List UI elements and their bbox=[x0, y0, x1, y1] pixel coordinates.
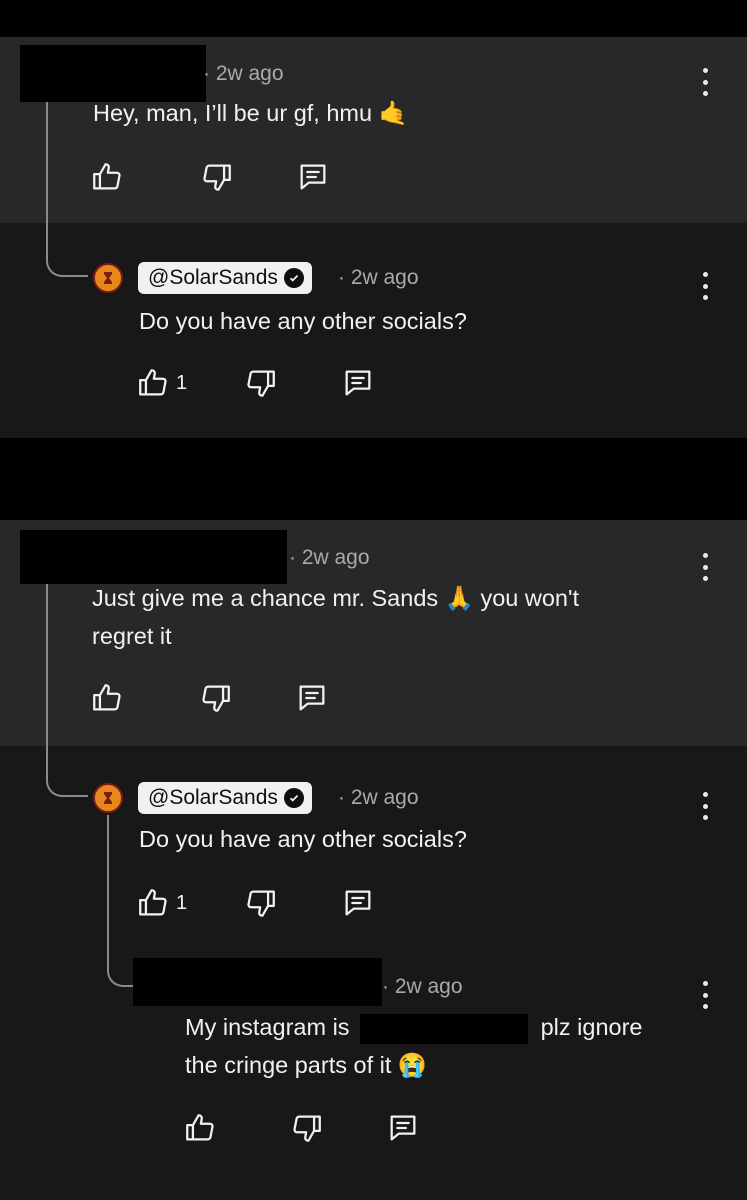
like-count: 1 bbox=[176, 892, 188, 914]
like-icon[interactable] bbox=[183, 1111, 217, 1145]
timestamp: · 2w ago bbox=[289, 546, 370, 569]
nested-reply-text: My instagram is plz ignore bbox=[185, 1008, 643, 1047]
reply-text: Do you have any other socials? bbox=[139, 308, 467, 334]
avatar[interactable] bbox=[93, 263, 123, 293]
timestamp: · 2w ago bbox=[382, 975, 463, 998]
thread-connector bbox=[107, 951, 133, 987]
dislike-icon[interactable] bbox=[244, 366, 278, 400]
thread-line bbox=[46, 102, 48, 242]
reply-icon[interactable] bbox=[295, 681, 329, 715]
timestamp: · 2w ago bbox=[203, 62, 284, 85]
redacted-handle bbox=[360, 1013, 529, 1044]
like-icon[interactable] bbox=[136, 886, 170, 920]
more-options-icon[interactable] bbox=[700, 981, 710, 1009]
reply-icon[interactable] bbox=[296, 160, 330, 194]
comment-text: regret it bbox=[92, 623, 172, 649]
redacted-username bbox=[20, 530, 287, 584]
more-options-icon[interactable] bbox=[700, 553, 710, 581]
nested-reply-text: the cringe parts of it 😭 bbox=[185, 1052, 428, 1078]
like-icon[interactable] bbox=[136, 366, 170, 400]
like-icon[interactable] bbox=[90, 160, 124, 194]
author-name: @SolarSands bbox=[148, 786, 278, 809]
comment-text: Just give me a chance mr. Sands 🙏 you wo… bbox=[92, 585, 580, 611]
nested-reply-text-pre: My instagram is bbox=[185, 1014, 350, 1040]
reply-icon[interactable] bbox=[386, 1111, 420, 1145]
dislike-icon[interactable] bbox=[244, 886, 278, 920]
more-options-icon[interactable] bbox=[700, 272, 710, 300]
reply-icon[interactable] bbox=[341, 366, 375, 400]
reply-text: Do you have any other socials? bbox=[139, 826, 467, 852]
verified-icon bbox=[283, 268, 304, 288]
dislike-icon[interactable] bbox=[290, 1111, 324, 1145]
timestamp: · 2w ago bbox=[338, 786, 419, 809]
dislike-icon[interactable] bbox=[200, 160, 234, 194]
thread-line bbox=[107, 815, 109, 951]
author-chip[interactable]: @SolarSands bbox=[138, 782, 312, 814]
timestamp: · 2w ago bbox=[338, 266, 419, 289]
more-options-icon[interactable] bbox=[700, 68, 710, 96]
reply-icon[interactable] bbox=[341, 886, 375, 920]
author-chip[interactable]: @SolarSands bbox=[138, 262, 312, 294]
thread-line bbox=[46, 584, 48, 762]
thread-connector bbox=[46, 242, 88, 277]
like-count: 1 bbox=[176, 372, 188, 394]
redacted-username bbox=[133, 958, 382, 1006]
dislike-icon[interactable] bbox=[199, 681, 233, 715]
like-icon[interactable] bbox=[90, 681, 124, 715]
avatar[interactable] bbox=[93, 783, 123, 813]
thread-connector bbox=[46, 762, 88, 797]
verified-icon bbox=[283, 788, 304, 808]
more-options-icon[interactable] bbox=[700, 792, 710, 820]
author-name: @SolarSands bbox=[148, 266, 278, 289]
nested-reply-text-post: plz ignore bbox=[540, 1014, 643, 1040]
comment-text: Hey, man, I’ll be ur gf, hmu 🤙 bbox=[93, 100, 408, 126]
